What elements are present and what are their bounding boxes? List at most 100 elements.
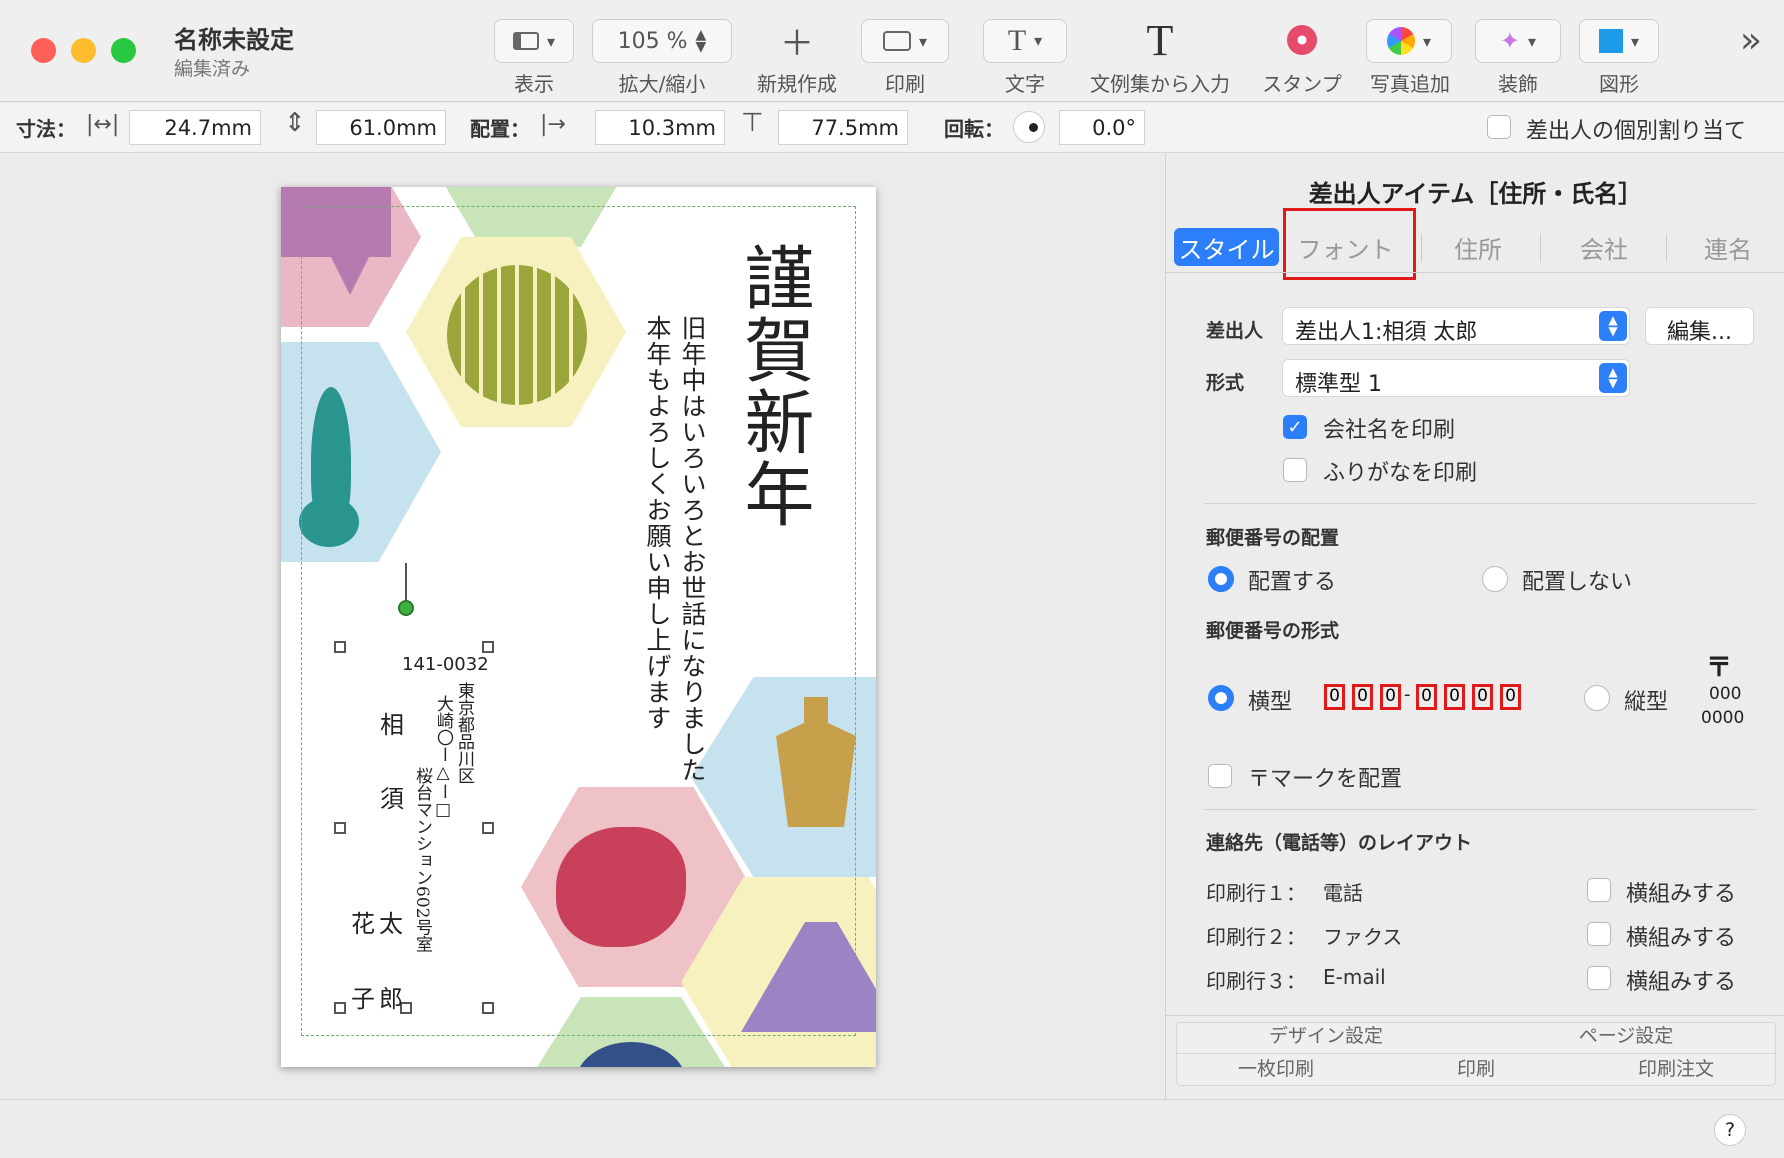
postal-mark-icon: 〒 xyxy=(1706,653,1733,683)
zip-digit-box: 0 xyxy=(1444,684,1465,710)
print-action-button[interactable]: 印刷 xyxy=(1376,1055,1576,1083)
format-select[interactable]: 標準型 1 ▲ ▼ xyxy=(1282,359,1630,397)
vertical-combine-checkbox[interactable] xyxy=(1587,966,1611,990)
size-label: 寸法： xyxy=(16,117,76,141)
panel-title: 差出人アイテム［住所・氏名］ xyxy=(1308,180,1643,208)
tab-company[interactable]: 会社 xyxy=(1554,228,1654,266)
zip-digit-box: 0 xyxy=(1416,684,1437,710)
horizontal-radio[interactable] xyxy=(1208,685,1234,711)
print-order-button[interactable]: 印刷注文 xyxy=(1576,1055,1776,1083)
text-large-icon[interactable]: T xyxy=(1140,16,1180,65)
print-company-label: 会社名を印刷 xyxy=(1323,418,1456,443)
message-line2[interactable]: 本年もよろしくお願い申し上げます xyxy=(641,315,673,731)
width-field[interactable]: 24.7mm xyxy=(129,110,261,145)
help-button[interactable]: ? xyxy=(1714,1114,1746,1146)
print-row-value: ファクス xyxy=(1323,925,1403,949)
given-name-1a: 花 xyxy=(351,910,375,938)
zoom-stepper[interactable]: 105 % ▲ ▼ xyxy=(592,19,732,63)
wand-icon: ✦ xyxy=(1499,27,1521,55)
sender-select[interactable]: 差出人1:相須 太郎 ▲ ▼ xyxy=(1282,307,1630,345)
x-field[interactable]: 10.3mm xyxy=(595,110,725,145)
rotation-field[interactable]: 0.0° xyxy=(1059,110,1145,145)
postal-position-heading: 郵便番号の配置 xyxy=(1206,527,1340,549)
minimize-window-button[interactable] xyxy=(71,38,96,63)
single-print-button[interactable]: 一枚印刷 xyxy=(1176,1055,1376,1083)
address-line2: 大崎〇ー△ー□ xyxy=(433,695,453,820)
zip-digit-box: 0 xyxy=(1500,684,1521,710)
stamp-button[interactable] xyxy=(1282,18,1322,62)
per-sender-checkbox[interactable] xyxy=(1487,115,1511,139)
resize-handle[interactable] xyxy=(334,641,346,653)
vertical-combine-label: 横組みする xyxy=(1626,882,1737,907)
resize-handle[interactable] xyxy=(334,1002,346,1014)
print-furigana-checkbox[interactable] xyxy=(1283,458,1307,482)
tab-address[interactable]: 住所 xyxy=(1428,228,1528,266)
status-bar: ? xyxy=(0,1099,1784,1158)
postal-code-text: 141-0032 xyxy=(402,654,489,675)
print-company-checkbox[interactable]: ✓ xyxy=(1283,415,1307,439)
place-radio[interactable] xyxy=(1208,566,1234,592)
print-button[interactable]: ▾ xyxy=(861,19,949,63)
greeting-text[interactable]: 謹賀新年 xyxy=(733,242,815,530)
chevron-down-icon: ▾ xyxy=(918,31,928,51)
tab-joint-names[interactable]: 連名 xyxy=(1678,228,1778,266)
stamp-icon xyxy=(1287,25,1317,55)
chevron-down-icon: ▾ xyxy=(546,31,556,51)
sender-label: 差出人 xyxy=(1206,320,1264,342)
format-label: 形式 xyxy=(1206,372,1245,394)
photos-label: 写真追加 xyxy=(1370,72,1450,96)
shape-label: 図形 xyxy=(1599,72,1639,96)
y-position-icon: ⊤ xyxy=(741,108,764,138)
print-row-label: 印刷行２： xyxy=(1206,925,1306,949)
zoom-window-button[interactable] xyxy=(111,38,136,63)
resize-handle[interactable] xyxy=(482,822,494,834)
tab-style[interactable]: スタイル xyxy=(1174,228,1279,266)
window-title: 名称未設定 xyxy=(174,26,294,54)
rotation-handle[interactable] xyxy=(398,600,414,616)
no-place-radio[interactable] xyxy=(1482,566,1508,592)
shape-icon xyxy=(1598,29,1623,53)
rotation-dial-dot xyxy=(1029,123,1038,132)
address-line3: 桜台マンション602号室 xyxy=(412,767,432,953)
vertical-combine-checkbox[interactable] xyxy=(1587,878,1611,902)
message-line1[interactable]: 旧年中はいろいろとお世話になりました xyxy=(676,315,708,783)
per-sender-label: 差出人の個別割り当て xyxy=(1526,119,1747,144)
height-field[interactable]: 61.0mm xyxy=(316,110,446,145)
page-settings-button[interactable]: ページ設定 xyxy=(1476,1022,1776,1050)
printer-icon xyxy=(882,31,911,51)
print-row-label: 印刷行３： xyxy=(1206,969,1306,993)
phrases-label: 文例集から入力 xyxy=(1090,72,1230,96)
view-button[interactable]: ▾ xyxy=(494,19,574,63)
chevron-down-icon: ▾ xyxy=(1630,31,1640,51)
resize-handle[interactable] xyxy=(482,1002,494,1014)
resize-handle[interactable] xyxy=(334,822,346,834)
stepper-icon: ▲ ▼ xyxy=(695,27,707,55)
design-settings-button[interactable]: デザイン設定 xyxy=(1176,1022,1476,1050)
plus-icon[interactable]: ＋ xyxy=(776,18,818,64)
vertical-radio[interactable] xyxy=(1584,685,1610,711)
rotation-dial[interactable] xyxy=(1013,111,1045,143)
vertical-combine-checkbox[interactable] xyxy=(1587,922,1611,946)
text-button[interactable]: T ▾ xyxy=(983,19,1067,63)
toolbar: 名称未設定 編集済み ▾ 表示 105 % ▲ ▼ 拡大/縮小 ＋ 新規作成 ▾ 印… xyxy=(0,0,1784,102)
shape-button[interactable]: ▾ xyxy=(1579,19,1659,63)
chevron-down-icon: ▾ xyxy=(1422,31,1432,51)
decoration-button[interactable]: ✦ ▾ xyxy=(1475,19,1561,63)
postal-mark-checkbox[interactable] xyxy=(1208,764,1232,788)
y-field[interactable]: 77.5mm xyxy=(778,110,908,145)
view-label: 表示 xyxy=(514,72,554,96)
print-furigana-label: ふりがなを印刷 xyxy=(1323,461,1478,486)
edit-button[interactable]: 編集... xyxy=(1645,307,1754,345)
print-label: 印刷 xyxy=(885,72,925,96)
new-label: 新規作成 xyxy=(757,72,837,96)
resize-handle[interactable] xyxy=(482,641,494,653)
postcard[interactable]: 謹賀新年 旧年中はいろいろとお世話になりました 本年もよろしくお願い申し上げます… xyxy=(281,187,876,1067)
double-chevron-right-icon[interactable]: » xyxy=(1734,18,1768,62)
vertical-zip-bottom: 0000 xyxy=(1701,708,1745,728)
zip-digit-box: 0 xyxy=(1472,684,1493,710)
highlight-box xyxy=(1283,208,1416,280)
close-window-button[interactable] xyxy=(31,38,56,63)
position-label: 配置： xyxy=(470,117,530,141)
inspector-panel: 差出人アイテム［住所・氏名］ スタイル フォント 住所 会社 連名 差出人 差出… xyxy=(1165,154,1784,1099)
photos-button[interactable]: ▾ xyxy=(1366,19,1452,63)
